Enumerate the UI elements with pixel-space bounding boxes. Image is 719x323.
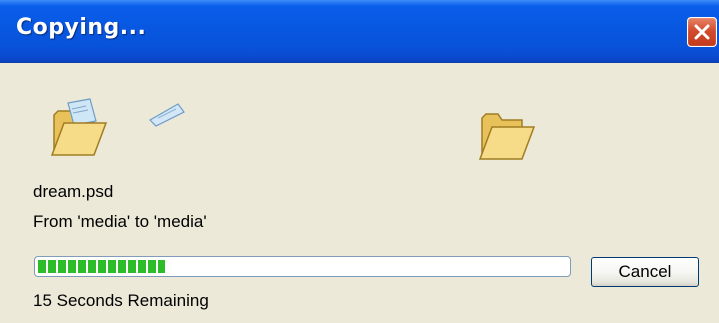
time-remaining: 15 Seconds Remaining — [33, 291, 209, 310]
destination-folder-icon — [478, 113, 536, 160]
dialog-title: Copying... — [16, 15, 147, 40]
close-button[interactable] — [687, 17, 717, 47]
copy-source-destination: From 'media' to 'media' — [33, 212, 207, 231]
close-icon — [694, 24, 710, 40]
progress-bar — [34, 256, 571, 277]
progress-fill — [38, 260, 165, 273]
file-name: dream.psd — [33, 182, 114, 201]
flying-document-icon — [149, 103, 185, 127]
source-folder-icon — [50, 98, 108, 156]
copy-dialog: Copying... dream.psd From 'media' to 'me… — [0, 0, 719, 323]
cancel-button[interactable]: Cancel — [591, 257, 699, 287]
title-bar[interactable]: Copying... — [0, 0, 719, 63]
